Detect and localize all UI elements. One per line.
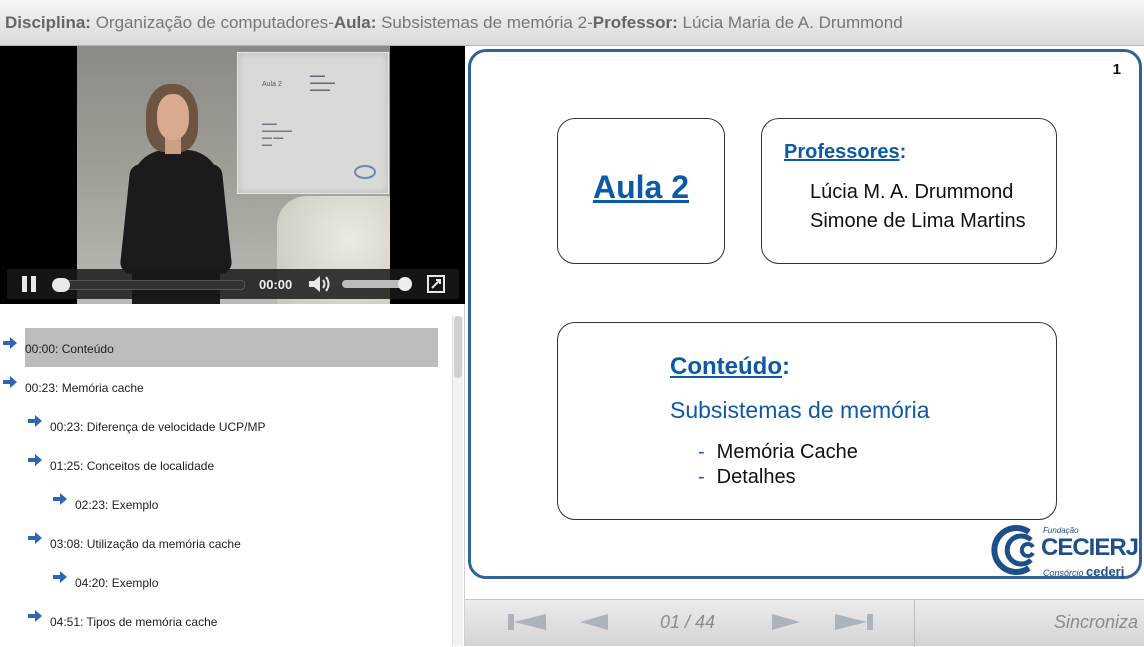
aula-title: Aula 2 [592, 169, 690, 205]
lecture-board: Aula 2 ▬▬▬ ▬▬▬▬▬ ▬▬▬▬ ▬▬▬ ▬▬▬▬▬▬ ▬▬ ▬▬ ▬▬ [237, 52, 389, 194]
professores-label: Professores: [784, 141, 906, 164]
page-indicator: 01 / 44 [660, 612, 716, 632]
chapter-item-label: 02:23: Exemplo [75, 498, 159, 512]
chapter-list: 00:00: Conteúdo 00:23: Memória cache 00:23… [0, 304, 465, 646]
conteudo-label: Conteúdo: [670, 353, 790, 381]
aula-value: Subsistemas de memória 2 [381, 12, 588, 32]
conteudo-subtitle: Subsistemas de memória [670, 397, 930, 423]
seek-bar[interactable] [52, 278, 245, 292]
chapter-arrow-icon [3, 337, 17, 349]
disciplina-value: Organização de computadores [95, 12, 329, 32]
logo-cederj: cederj [1086, 564, 1125, 579]
chapter-item[interactable]: 01:25: Conceitos de localidade [0, 445, 440, 484]
chapter-arrow-icon [53, 493, 67, 505]
professor-name: Lúcia M. A. Drummond [810, 181, 1014, 203]
chapter-item[interactable]: 04:20: Exemplo [0, 562, 440, 601]
aula-box: Aula 2 [557, 118, 725, 264]
volume-slider[interactable] [342, 277, 412, 291]
last-slide-icon[interactable] [835, 612, 873, 632]
chapter-item[interactable]: 00:23: Diferença de velocidade UCP/MP [0, 406, 440, 445]
video-player[interactable]: Aula 2 ▬▬▬ ▬▬▬▬▬ ▬▬▬▬ ▬▬▬ ▬▬▬▬▬▬ ▬▬ ▬▬ ▬▬ 00:… [0, 46, 465, 304]
colon: : [781, 353, 790, 380]
video-frame: Aula 2 ▬▬▬ ▬▬▬▬▬ ▬▬▬▬ ▬▬▬ ▬▬▬▬▬▬ ▬▬ ▬▬ ▬▬ [77, 46, 390, 304]
conteudo-item-text: Detalhes [716, 466, 796, 488]
professores-box: Professores: Lúcia M. A. Drummond Simone… [761, 118, 1057, 264]
next-slide-icon[interactable] [772, 612, 800, 632]
logo-consorcio: Consórcio cederj [1043, 564, 1124, 579]
chapter-item-label: 00:23: Diferença de velocidade UCP/MP [50, 420, 266, 434]
volume-handle[interactable] [398, 277, 412, 291]
board-title: Aula 2 [262, 81, 282, 88]
board-text: ▬▬▬ ▬▬▬▬▬▬ ▬▬ ▬▬ ▬▬ [262, 121, 292, 148]
disciplina-label: Disciplina: [5, 12, 91, 32]
professores-label-text: Professores [784, 141, 900, 163]
colon: : [899, 141, 907, 163]
slide-area: 1 Aula 2 Professores: Lúcia M. A. Drummo… [465, 46, 1144, 599]
chapter-arrow-icon [28, 454, 42, 466]
conteudo-item: - Memória Cache [698, 441, 858, 464]
sync-button[interactable]: Sincroniza [1054, 612, 1138, 633]
professor-name: Simone de Lima Martins [810, 210, 1026, 232]
presenter-face [157, 94, 189, 140]
logo-name: CECIERJ [1041, 534, 1139, 561]
chapter-item[interactable]: 04:51: Tipos de memória cache [0, 601, 440, 640]
seek-handle[interactable] [52, 278, 70, 292]
scrollbar[interactable] [452, 316, 463, 646]
chapter-item-label: 00:00: Conteúdo [25, 342, 114, 356]
logo-consorcio-text: Consórcio [1043, 568, 1084, 578]
chapter-arrow-icon [28, 415, 42, 427]
chapter-item[interactable]: 02:23: Exemplo [0, 484, 440, 523]
first-slide-icon[interactable] [508, 612, 546, 632]
chapter-item-label: 01:25: Conceitos de localidade [50, 459, 215, 473]
conteudo-label-text: Conteúdo [670, 353, 782, 380]
board-text: ▬▬▬ ▬▬▬▬▬ ▬▬▬▬ [310, 73, 335, 93]
chapter-item-label: 03:08: Utilização da memória cache [50, 537, 241, 551]
professor-label: Professor: [592, 12, 678, 32]
cecierj-logo: Fundação CECIERJ Consórcio cederj [989, 522, 1139, 579]
volume-icon[interactable] [307, 275, 333, 293]
chapter-item[interactable]: 00:23: Memória cache [0, 367, 440, 406]
conteudo-item-text: Memória Cache [716, 441, 858, 463]
fullscreen-icon[interactable] [427, 275, 445, 293]
chapter-item[interactable]: 00:00: Conteúdo [0, 328, 440, 367]
slide-number: 1 [1112, 61, 1121, 78]
nav-divider [914, 600, 915, 647]
player-controls: 00:00 [7, 269, 459, 299]
chapter-item-label: 04:51: Tipos de memória cache [50, 615, 218, 629]
course-header: Disciplina: Organização de computadores … [0, 0, 1144, 46]
aula-label: Aula: [333, 12, 377, 32]
current-time: 00:00 [259, 277, 293, 292]
bullet-dash: - [698, 441, 705, 463]
chapter-item[interactable]: 03:08: Utilização da memória cache [0, 523, 440, 562]
cecierj-logo-mark [991, 525, 1035, 575]
chapter-item-label: 00:23: Memória cache [25, 381, 144, 395]
previous-slide-icon[interactable] [580, 612, 608, 632]
chapter-arrow-icon [28, 532, 42, 544]
chapter-arrow-icon [53, 571, 67, 583]
chapter-item-label: 04:20: Exemplo [75, 576, 159, 590]
chapter-arrow-icon [3, 376, 17, 388]
professor-value: Lúcia Maria de A. Drummond [682, 12, 903, 32]
slide-nav-bar: 01 / 44 Sincroniza [465, 599, 1144, 647]
conteudo-item: - Detalhes [698, 466, 796, 489]
board-logo [354, 165, 376, 179]
conteudo-box: Conteúdo: Subsistemas de memória - Memóri… [557, 322, 1057, 520]
scroll-thumb[interactable] [454, 316, 462, 378]
chapter-arrow-icon [28, 610, 42, 622]
slide: 1 Aula 2 Professores: Lúcia M. A. Drummo… [468, 49, 1142, 579]
pause-icon[interactable] [21, 276, 37, 292]
bullet-dash: - [698, 466, 705, 488]
